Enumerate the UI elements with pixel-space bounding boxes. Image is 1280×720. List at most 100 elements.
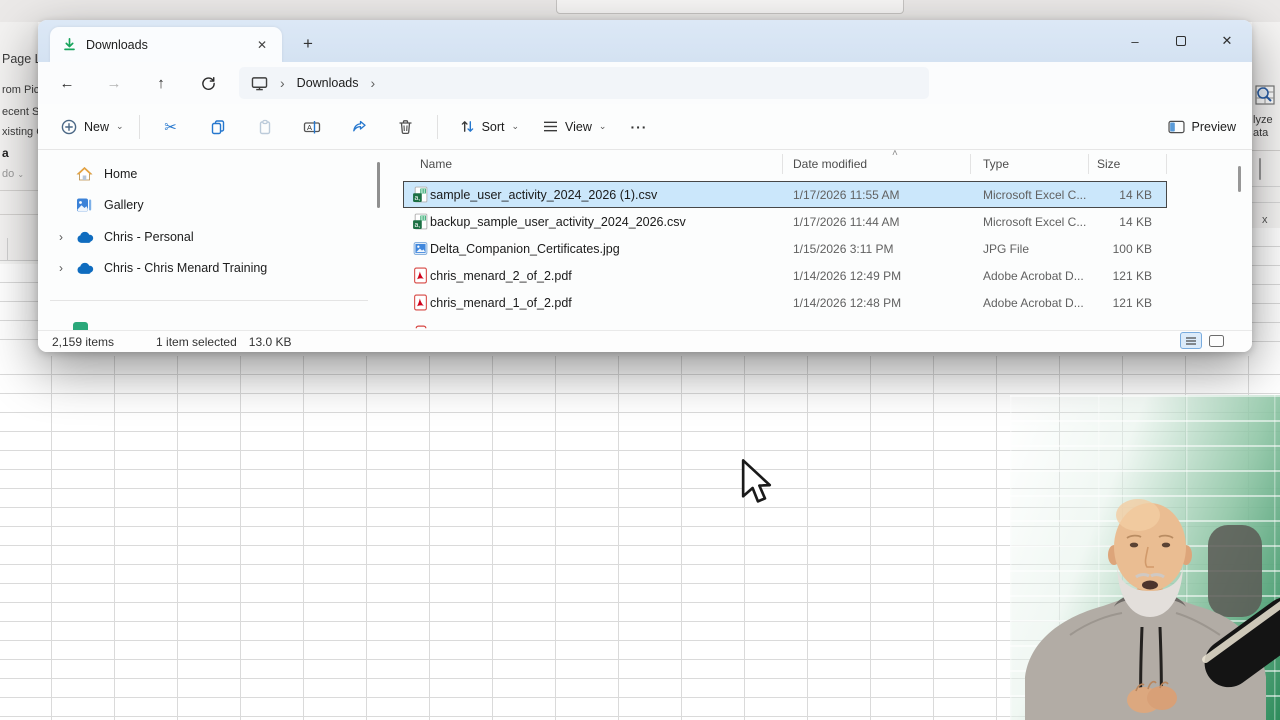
file-date: 1/15/2026 3:11 PM — [793, 242, 894, 256]
file-explorer-window: Downloads ✕ + – ✕ ← → ↑ › Downloads — [38, 20, 1252, 352]
file-type: JPG File — [983, 242, 1029, 256]
sort-icon — [460, 119, 475, 134]
file-row[interactable]: Delta_Companion_Certificates.jpg 1/15/20… — [403, 235, 1167, 262]
preview-button[interactable]: Preview — [1168, 120, 1236, 134]
column-header-date-modified[interactable]: Date modified — [793, 157, 867, 171]
file-date: 1/17/2026 11:55 AM — [793, 188, 900, 202]
rename-button[interactable]: A — [295, 111, 329, 143]
share-button[interactable] — [342, 111, 376, 143]
new-button[interactable]: New ⌄ — [52, 113, 133, 141]
file-row[interactable]: chris_menard_2_of_2.pdf 1/14/2026 12:49 … — [403, 262, 1167, 289]
items-count: 2,159 items — [52, 335, 114, 349]
delete-button[interactable] — [389, 111, 423, 143]
analyze-data-label-fragment: lyze — [1253, 114, 1273, 126]
cut-button[interactable]: ✂ — [154, 111, 188, 143]
copy-icon — [210, 119, 226, 135]
presenter-figure — [1010, 395, 1280, 720]
monitor-icon — [251, 76, 268, 91]
home-icon — [74, 165, 94, 183]
maximize-button[interactable] — [1158, 20, 1204, 62]
sort-button[interactable]: Sort ⌄ — [452, 113, 527, 140]
refresh-button[interactable] — [193, 68, 223, 98]
explorer-content: Home Gallery › — [38, 150, 1252, 330]
more-options-button[interactable]: ··· — [630, 119, 647, 135]
excel-from-picture-fragment: rom Pic — [2, 84, 39, 96]
back-button[interactable]: ← — [52, 68, 82, 98]
preview-pane-icon — [1168, 120, 1185, 134]
close-button[interactable]: ✕ — [1204, 20, 1250, 62]
toolbar-separator — [437, 115, 438, 139]
chevron-right-icon: › — [280, 75, 285, 91]
excel-top-strip — [0, 0, 1280, 22]
gallery-icon — [74, 196, 94, 214]
file-row[interactable]: chris_menard_1_of_2.pdf 1/14/2026 12:48 … — [403, 289, 1167, 316]
chevron-right-icon: › — [371, 75, 376, 91]
file-name: Delta_Companion_Certificates.jpg — [430, 242, 620, 256]
paste-icon — [257, 119, 273, 135]
preview-button-label: Preview — [1192, 120, 1236, 134]
sidebar-divider — [50, 300, 368, 301]
excel-divider-line — [0, 190, 38, 191]
file-date: 1/14/2026 12:48 PM — [793, 296, 901, 310]
new-tab-button[interactable]: + — [294, 30, 322, 58]
breadcrumb-downloads[interactable]: Downloads — [297, 76, 359, 90]
excel-grid-left — [0, 264, 38, 356]
excel-x-fragment: x — [1262, 214, 1268, 226]
tab-title: Downloads — [86, 38, 252, 52]
column-header-type[interactable]: Type — [983, 157, 1009, 171]
excel-data-fragment: a — [2, 146, 9, 160]
sort-ascending-icon: ˄ — [892, 150, 898, 159]
excel-search-box-fragment — [556, 0, 904, 14]
tab-close-icon[interactable]: ✕ — [252, 36, 272, 54]
copy-button[interactable] — [201, 111, 235, 143]
selection-size: 13.0 KB — [249, 335, 292, 349]
file-row-selected[interactable]: a, sample_user_activity_2024_2026 (1).cs… — [403, 181, 1167, 208]
title-bar[interactable]: Downloads ✕ + – ✕ — [38, 20, 1252, 62]
sidebar-item-chris-personal[interactable]: › Chris - Personal — [48, 222, 378, 252]
file-type: Adobe Acrobat D... — [983, 269, 1084, 283]
file-row[interactable]: a, backup_sample_user_activity_2024_2026… — [403, 208, 1167, 235]
share-icon — [351, 119, 367, 135]
tab-downloads[interactable]: Downloads ✕ — [50, 27, 282, 62]
new-button-label: New — [84, 120, 109, 134]
analyze-data-icon — [1255, 84, 1277, 108]
excel-divider-line — [0, 214, 38, 215]
file-date: 1/14/2026 12:49 PM — [793, 269, 901, 283]
chevron-right-icon[interactable]: › — [48, 230, 74, 244]
excel-line — [1252, 202, 1280, 203]
file-type: Microsoft Excel C... — [983, 215, 1086, 229]
status-bar: 2,159 items 1 item selected 13.0 KB — [38, 330, 1252, 352]
column-header-size[interactable]: Size — [1097, 157, 1120, 171]
sidebar-scrollbar[interactable] — [377, 162, 380, 208]
sidebar-item-home[interactable]: Home — [48, 159, 378, 189]
sidebar-item-chris-menard-training[interactable]: › Chris - Chris Menard Training — [48, 253, 378, 283]
file-size: 121 KB — [1113, 269, 1152, 283]
csv-file-icon: a, — [412, 213, 429, 230]
breadcrumb[interactable]: › Downloads › — [239, 67, 929, 99]
up-button[interactable]: ↑ — [146, 68, 176, 98]
view-button[interactable]: View ⌄ — [535, 114, 614, 140]
file-list-scrollbar[interactable] — [1238, 166, 1241, 192]
mouse-cursor — [737, 458, 775, 504]
svg-text:a,: a, — [414, 222, 420, 229]
onedrive-icon — [74, 228, 94, 246]
sort-button-label: Sort — [482, 120, 505, 134]
svg-text:A: A — [307, 123, 312, 132]
view-button-label: View — [565, 120, 592, 134]
refresh-icon — [201, 76, 216, 91]
chevron-right-icon[interactable]: › — [48, 261, 74, 275]
details-view-toggle[interactable] — [1180, 332, 1202, 349]
file-type: Adobe Acrobat D... — [983, 296, 1084, 310]
file-size: 14 KB — [1119, 188, 1152, 202]
thumbnail-view-toggle[interactable] — [1209, 335, 1224, 347]
excel-scrollbar-fragment[interactable] — [1259, 158, 1261, 180]
chevron-down-icon: ⌄ — [116, 121, 124, 132]
file-date: 1/17/2026 11:44 AM — [793, 215, 900, 229]
file-size: 100 KB — [1113, 242, 1152, 256]
paste-button[interactable] — [248, 111, 282, 143]
sidebar-item-gallery[interactable]: Gallery — [48, 190, 378, 220]
forward-button[interactable]: → — [99, 68, 129, 98]
minimize-button[interactable]: – — [1112, 20, 1158, 62]
file-row-partial[interactable] — [403, 316, 1167, 330]
column-header-name[interactable]: Name — [420, 157, 452, 171]
